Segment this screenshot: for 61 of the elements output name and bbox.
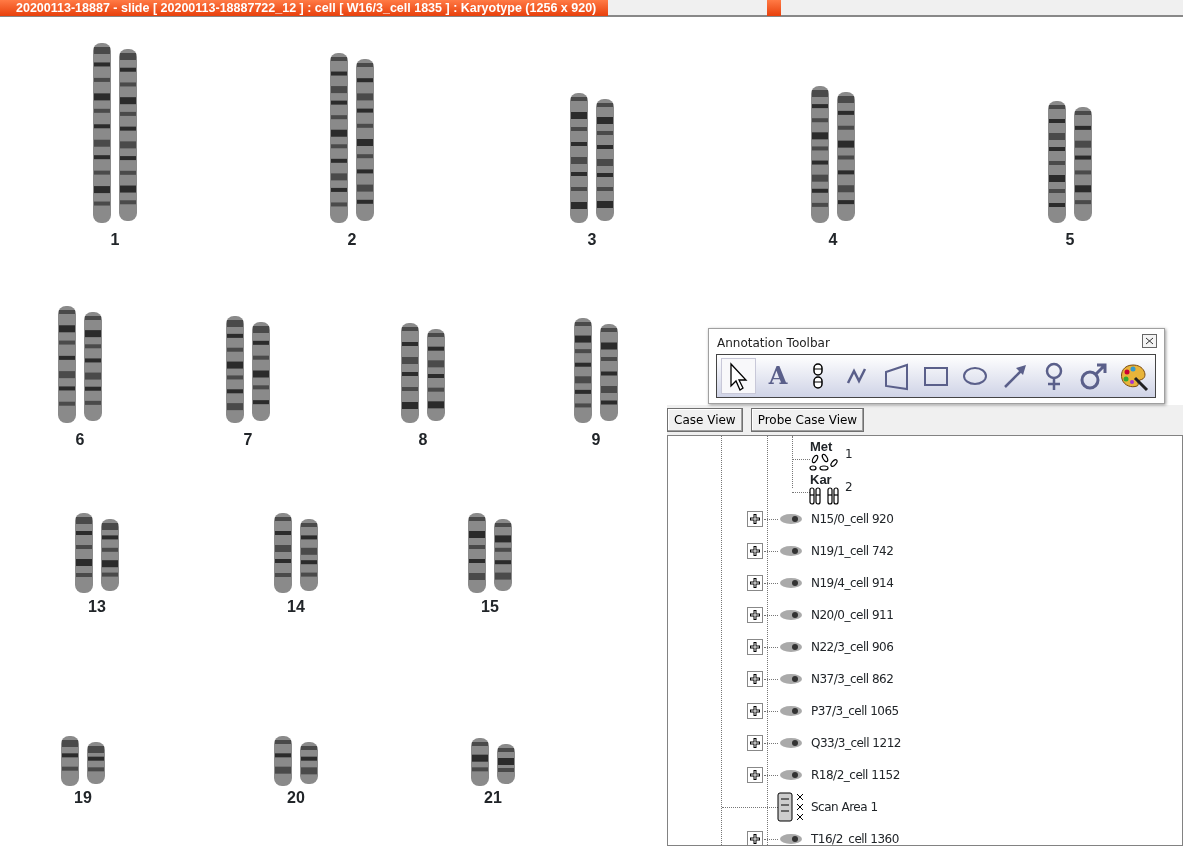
image-number: 1 [845, 448, 853, 461]
expand-icon[interactable] [747, 607, 763, 623]
cell-label[interactable]: R18/2_cell 1152 [811, 769, 900, 782]
expand-icon[interactable] [747, 703, 763, 719]
chromosome-number: 7 [243, 431, 253, 449]
cell-icon [779, 545, 803, 557]
title-bar-marker [767, 0, 781, 16]
cell-label[interactable]: N37/3_cell 862 [811, 673, 894, 686]
text-tool-button[interactable]: A [760, 358, 796, 394]
cell-icon [779, 513, 803, 525]
expand-icon[interactable] [747, 671, 763, 687]
toolbar-title: Annotation Toolbar [717, 335, 830, 352]
expand-icon[interactable] [747, 639, 763, 655]
chromosome-number: 8 [418, 431, 428, 449]
expand-icon[interactable] [747, 511, 763, 527]
expand-icon[interactable] [747, 575, 763, 591]
chromosome-number: 14 [287, 598, 305, 616]
chromosome-number: 2 [347, 231, 357, 249]
cell-icon [779, 609, 803, 621]
pointer-tool-button[interactable] [721, 358, 757, 394]
scan-area-label[interactable]: Scan Area 1 [811, 801, 878, 814]
expand-icon[interactable] [747, 543, 763, 559]
image-number: 2 [845, 481, 853, 494]
cell-label[interactable]: T16/2_cell 1360 [811, 833, 899, 845]
cell-icon [779, 577, 803, 589]
karyotype-icon[interactable] [808, 486, 840, 506]
cell-label[interactable]: N19/4_cell 914 [811, 577, 894, 590]
chromosome-number: 20 [287, 789, 305, 807]
cell-icon [779, 673, 803, 685]
image-type-label: Kar [810, 473, 832, 486]
close-icon[interactable] [1142, 334, 1157, 348]
expand-icon[interactable] [747, 831, 763, 845]
chromosome-number: 13 [88, 598, 106, 616]
cell-icon [779, 641, 803, 653]
chromosome-number: 9 [591, 431, 601, 449]
cell-label[interactable]: N15/0_cell 920 [811, 513, 894, 526]
chromosome-number: 4 [828, 231, 838, 249]
cell-label[interactable]: N22/3_cell 906 [811, 641, 894, 654]
view-button[interactable]: Probe Case View [750, 408, 865, 432]
cell-label[interactable]: Q33/3_cell 1212 [811, 737, 901, 750]
cell-label[interactable]: N19/1_cell 742 [811, 545, 894, 558]
cell-label[interactable]: N20/0_cell 911 [811, 609, 894, 622]
chromosome-number: 5 [1065, 231, 1075, 249]
chromosome-number: 1 [110, 231, 120, 249]
view-button[interactable]: Case View [667, 408, 743, 432]
cell-icon [779, 769, 803, 781]
chromosome-number: 3 [587, 231, 597, 249]
window-title: 20200113-18887 - slide [ 20200113-18887722_12 ] : cell [ W16/3_cell 1835 ] : Karyotype (1256 x 920) [0, 0, 608, 16]
image-type-label: Met [810, 440, 833, 453]
chromosome-number: 6 [75, 431, 85, 449]
cell-label[interactable]: P37/3_cell 1065 [811, 705, 899, 718]
cell-icon [779, 737, 803, 749]
cell-icon [779, 705, 803, 717]
chromosome-number: 15 [481, 598, 499, 616]
cell-icon [779, 833, 803, 845]
metaphase-icon[interactable] [808, 453, 840, 473]
chromosome-number: 21 [484, 789, 502, 807]
expand-icon[interactable] [747, 735, 763, 751]
chromosome-icon [812, 363, 823, 389]
expand-icon[interactable] [747, 767, 763, 783]
chromosome-number: 19 [74, 789, 92, 807]
